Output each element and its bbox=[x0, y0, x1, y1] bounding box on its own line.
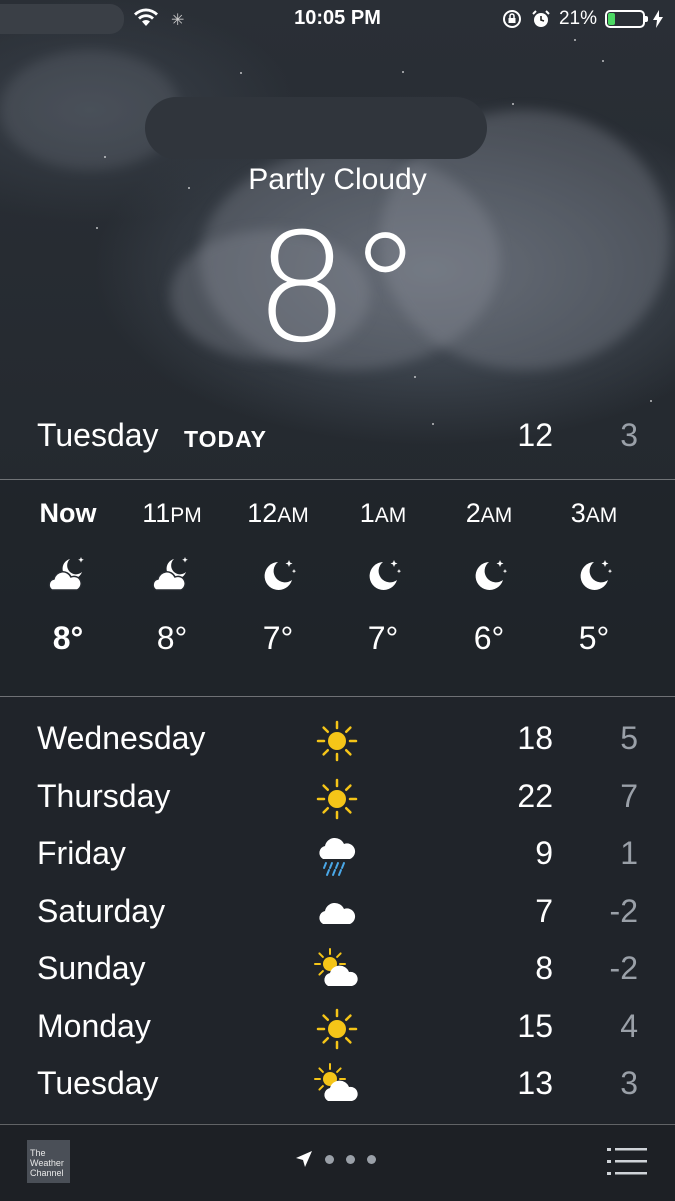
daily-low: 5 bbox=[620, 720, 638, 756]
partly-sunny-icon bbox=[314, 1063, 360, 1109]
daily-row: Thursday 22 7 bbox=[0, 772, 675, 830]
daily-row: Sunday 8 -2 bbox=[0, 944, 675, 1002]
hourly-item: 11PM 8° bbox=[122, 480, 222, 657]
hour-temperature: 8° bbox=[52, 620, 84, 656]
today-low: 3 bbox=[620, 417, 638, 453]
daily-high: 18 bbox=[517, 720, 553, 756]
battery-icon bbox=[605, 10, 648, 28]
alarm-icon bbox=[532, 10, 550, 27]
hour-temperature: 7° bbox=[262, 620, 294, 656]
current-temperature: 8° bbox=[254, 202, 422, 376]
daily-day: Sunday bbox=[37, 950, 146, 986]
partly-cloudy-night-icon bbox=[46, 554, 90, 598]
hour-label: 1AM bbox=[359, 498, 407, 528]
today-summary-row: Tuesday TODAY 12 3 bbox=[0, 412, 675, 462]
hourly-item: 1AM 7° bbox=[333, 480, 433, 657]
sun-icon bbox=[314, 776, 360, 822]
partly-sunny-icon bbox=[314, 948, 360, 994]
location-name-redaction bbox=[145, 97, 487, 159]
city-list-icon[interactable] bbox=[607, 1145, 647, 1179]
daily-day: Tuesday bbox=[37, 1065, 159, 1101]
battery-percent: 21% bbox=[558, 8, 597, 29]
hour-label: Now bbox=[39, 498, 97, 528]
daily-high: 15 bbox=[517, 1007, 553, 1044]
cloud-icon bbox=[314, 891, 360, 937]
sun-icon bbox=[314, 718, 360, 764]
daily-day: Wednesday bbox=[37, 720, 206, 756]
daily-high: 9 bbox=[535, 835, 553, 871]
hour-label: 11PM bbox=[142, 498, 202, 528]
daily-day: Friday bbox=[37, 835, 126, 871]
bottom-toolbar: The Weather Channel bbox=[0, 1124, 675, 1201]
current-condition: Partly Cloudy bbox=[248, 163, 427, 196]
rotation-lock-icon bbox=[502, 10, 521, 28]
page-dot bbox=[325, 1154, 334, 1164]
daily-high: 8 bbox=[535, 950, 553, 986]
weather-channel-logo[interactable]: The Weather Channel bbox=[27, 1140, 70, 1183]
hour-temperature: 5° bbox=[578, 620, 610, 656]
daily-forecast-list[interactable]: Wednesday 18 5 Thursday 22 7 Friday 9 1 … bbox=[0, 697, 675, 1123]
sun-icon bbox=[314, 1006, 360, 1052]
daily-high: 13 bbox=[517, 1065, 553, 1101]
hourly-item: Now 8° bbox=[18, 480, 118, 657]
rain-icon bbox=[314, 833, 360, 879]
today-day: Tuesday bbox=[37, 417, 159, 453]
daily-row: Tuesday 13 3 bbox=[0, 1059, 675, 1117]
page-indicator[interactable] bbox=[295, 1150, 376, 1168]
hour-label: 2AM bbox=[465, 498, 513, 528]
daily-row: Monday 15 4 bbox=[0, 1002, 675, 1060]
daily-low: -2 bbox=[609, 892, 638, 929]
daily-low: -2 bbox=[609, 950, 638, 986]
hour-label: 3AM bbox=[570, 498, 618, 528]
clear-night-icon bbox=[361, 554, 405, 598]
daily-day: Thursday bbox=[37, 777, 171, 814]
daily-row: Wednesday 18 5 bbox=[0, 714, 675, 772]
hourly-item: 2AM 6° bbox=[439, 480, 539, 657]
today-high: 12 bbox=[517, 417, 553, 453]
today-label: TODAY bbox=[184, 426, 267, 452]
clear-night-icon bbox=[572, 554, 616, 598]
hour-temperature: 7° bbox=[367, 620, 399, 656]
daily-low: 4 bbox=[620, 1007, 638, 1044]
daily-high: 7 bbox=[535, 892, 553, 929]
hour-label: 12AM bbox=[247, 498, 309, 528]
hour-temperature: 8° bbox=[156, 620, 188, 656]
daily-high: 22 bbox=[517, 777, 553, 814]
hourly-item: 3AM 5° bbox=[544, 480, 644, 657]
status-bar: ✳ 10:05 PM 21% bbox=[0, 0, 675, 38]
daily-low: 1 bbox=[620, 835, 638, 871]
clear-night-icon bbox=[256, 554, 300, 598]
hourly-forecast-scroller[interactable]: Now 8° 11PM 8° 12AM 7° 1AM 7° 2AM 6° 3AM… bbox=[0, 480, 675, 696]
clear-night-icon bbox=[467, 554, 511, 598]
daily-low: 3 bbox=[620, 1065, 638, 1101]
daily-row: Friday 9 1 bbox=[0, 829, 675, 887]
hour-temperature: 6° bbox=[473, 620, 505, 656]
hourly-item: 12AM 7° bbox=[228, 480, 328, 657]
page-dot bbox=[346, 1154, 355, 1164]
partly-cloudy-night-icon bbox=[150, 554, 194, 598]
daily-low: 7 bbox=[620, 777, 638, 814]
charging-bolt-icon bbox=[653, 10, 663, 28]
current-location-arrow-icon bbox=[296, 1151, 312, 1167]
daily-day: Monday bbox=[37, 1007, 151, 1044]
daily-row: Saturday 7 -2 bbox=[0, 887, 675, 945]
daily-day: Saturday bbox=[37, 892, 166, 929]
page-dot bbox=[367, 1154, 376, 1164]
